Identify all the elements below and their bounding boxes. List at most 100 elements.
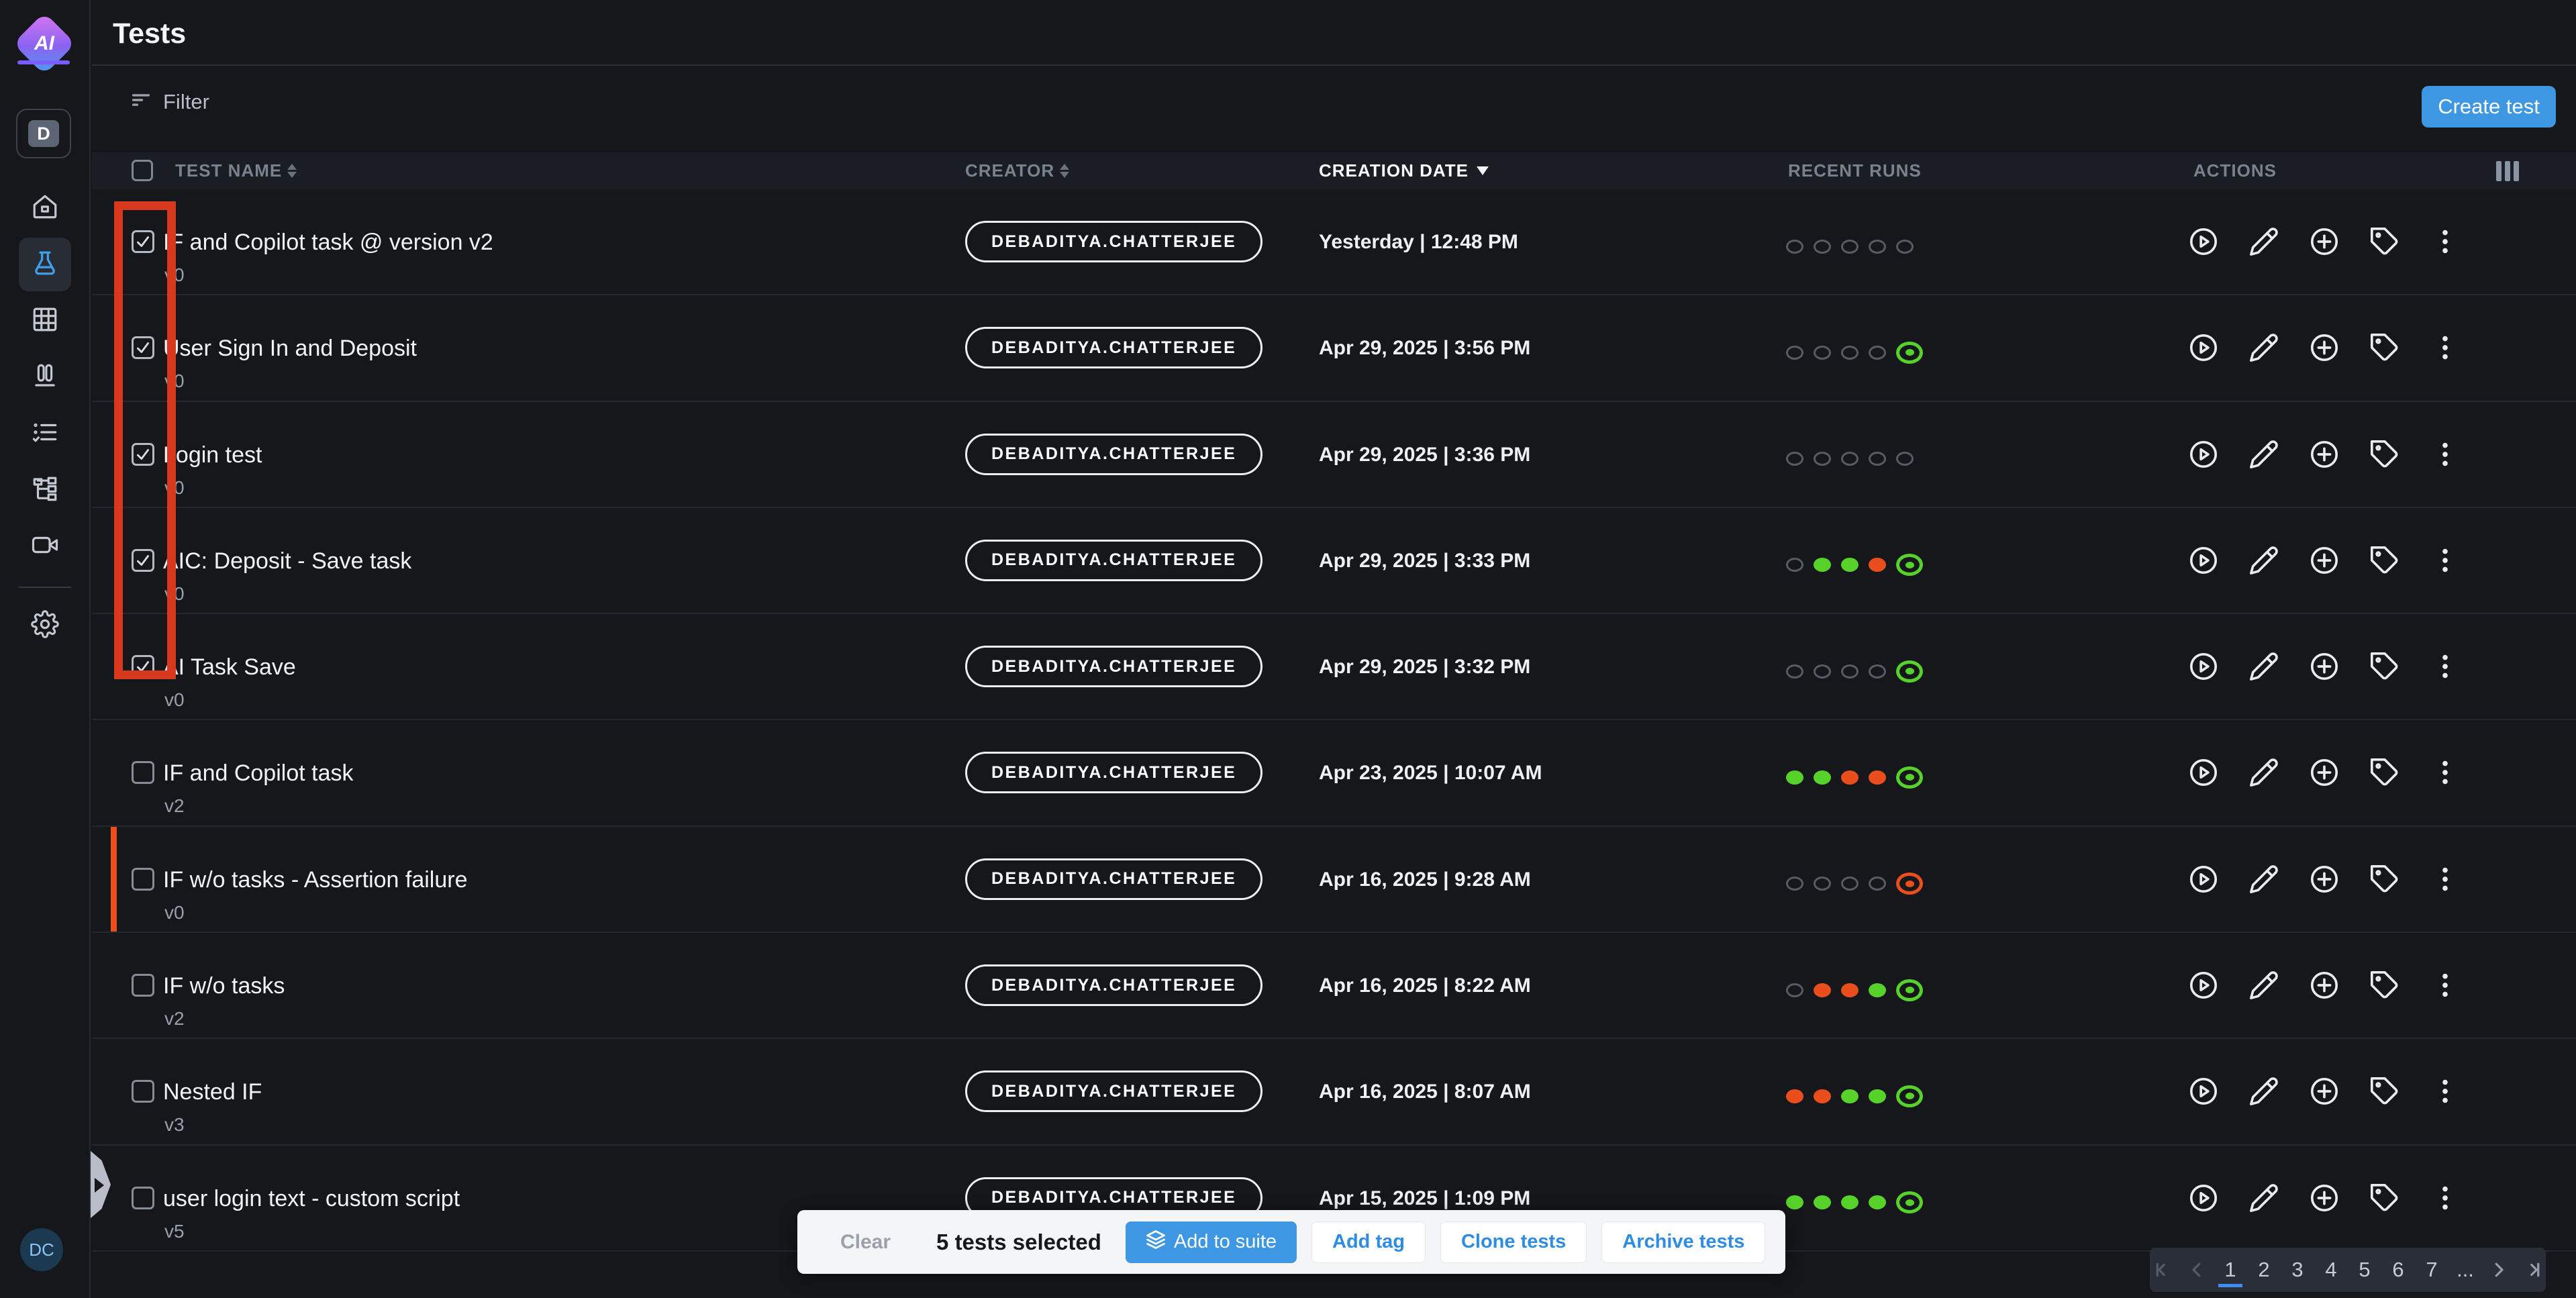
add-tag-button[interactable]: Add tag bbox=[1311, 1221, 1426, 1263]
column-creation-date[interactable]: CREATION DATE bbox=[1319, 152, 1489, 189]
more-options-button[interactable] bbox=[2428, 543, 2463, 578]
run-test-button[interactable] bbox=[2186, 1074, 2221, 1109]
tag-button[interactable] bbox=[2367, 862, 2402, 897]
more-options-button[interactable] bbox=[2428, 968, 2463, 1003]
run-test-button[interactable] bbox=[2186, 968, 2221, 1003]
sort-icon[interactable] bbox=[287, 164, 297, 178]
next-page-button[interactable] bbox=[2487, 1251, 2511, 1289]
more-options-button[interactable] bbox=[2428, 1181, 2463, 1215]
test-name[interactable]: User Sign In and Deposit bbox=[163, 336, 417, 362]
run-test-button[interactable] bbox=[2186, 543, 2221, 578]
archive-tests-button[interactable]: Archive tests bbox=[1601, 1221, 1765, 1263]
last-page-button[interactable] bbox=[2520, 1251, 2544, 1289]
table-row[interactable]: IF w/o tasks v2 DEBADITYA.CHATTERJEE Apr… bbox=[92, 933, 2576, 1039]
select-all-checkbox[interactable] bbox=[132, 160, 153, 181]
sidebar-item-tests[interactable] bbox=[19, 238, 71, 291]
edit-test-button[interactable] bbox=[2246, 543, 2281, 578]
test-name[interactable]: IF w/o tasks - Assertion failure bbox=[163, 867, 468, 893]
filter-button[interactable]: Filter bbox=[130, 89, 209, 115]
more-options-button[interactable] bbox=[2428, 330, 2463, 365]
page-ellipsis[interactable]: 7 bbox=[2420, 1251, 2444, 1289]
first-page-button[interactable] bbox=[2151, 1251, 2175, 1289]
column-creator[interactable]: CREATOR bbox=[965, 152, 1069, 189]
add-to-suite-icon-button[interactable] bbox=[2307, 862, 2342, 897]
sidebar-item-settings[interactable] bbox=[19, 599, 71, 652]
add-to-suite-icon-button[interactable] bbox=[2307, 224, 2342, 259]
add-to-suite-icon-button[interactable] bbox=[2307, 968, 2342, 1003]
sidebar-item-suites[interactable] bbox=[19, 463, 71, 517]
sidebar-item-test-tubes[interactable] bbox=[19, 350, 71, 404]
table-row[interactable]: User Sign In and Deposit v0 DEBADITYA.CH… bbox=[92, 295, 2576, 401]
edit-test-button[interactable] bbox=[2246, 1074, 2281, 1109]
test-name[interactable]: AI Task Save bbox=[163, 654, 296, 681]
test-name[interactable]: IF and Copilot task @ version v2 bbox=[163, 230, 493, 256]
edit-test-button[interactable] bbox=[2246, 330, 2281, 365]
edit-test-button[interactable] bbox=[2246, 862, 2281, 897]
sidebar-item-data-tables[interactable] bbox=[19, 294, 71, 348]
edit-test-button[interactable] bbox=[2246, 224, 2281, 259]
add-to-suite-icon-button[interactable] bbox=[2307, 330, 2342, 365]
table-row[interactable]: IF and Copilot task v2 DEBADITYA.CHATTER… bbox=[92, 720, 2576, 826]
edit-test-button[interactable] bbox=[2246, 968, 2281, 1003]
test-name[interactable]: IF w/o tasks bbox=[163, 973, 285, 999]
test-name[interactable]: IF and Copilot task bbox=[163, 760, 353, 787]
run-test-button[interactable] bbox=[2186, 1181, 2221, 1215]
tag-button[interactable] bbox=[2367, 755, 2402, 790]
table-row[interactable]: AI Task Save v0 DEBADITYA.CHATTERJEE Apr… bbox=[92, 614, 2576, 720]
table-row[interactable]: IF and Copilot task @ version v2 v0 DEBA… bbox=[92, 189, 2576, 295]
run-test-button[interactable] bbox=[2186, 437, 2221, 472]
tag-button[interactable] bbox=[2367, 543, 2402, 578]
tag-button[interactable] bbox=[2367, 1074, 2402, 1109]
add-to-suite-icon-button[interactable] bbox=[2307, 437, 2342, 472]
tag-button[interactable] bbox=[2367, 437, 2402, 472]
tag-button[interactable] bbox=[2367, 1181, 2402, 1215]
page-button-5[interactable]: 5 bbox=[2352, 1251, 2377, 1289]
add-to-suite-icon-button[interactable] bbox=[2307, 1181, 2342, 1215]
page-button-2[interactable]: 2 bbox=[2252, 1251, 2276, 1289]
page-button-4[interactable]: 4 bbox=[2319, 1251, 2343, 1289]
run-test-button[interactable] bbox=[2186, 862, 2221, 897]
more-options-button[interactable] bbox=[2428, 224, 2463, 259]
test-name[interactable]: AIC: Deposit - Save task bbox=[163, 548, 411, 575]
page-button-3[interactable]: 3 bbox=[2285, 1251, 2310, 1289]
column-test-name[interactable]: TEST NAME bbox=[175, 152, 297, 189]
add-to-suite-icon-button[interactable] bbox=[2307, 755, 2342, 790]
edit-test-button[interactable] bbox=[2246, 755, 2281, 790]
row-checkbox[interactable] bbox=[132, 1187, 154, 1209]
tag-button[interactable] bbox=[2367, 968, 2402, 1003]
run-test-button[interactable] bbox=[2186, 224, 2221, 259]
more-options-button[interactable] bbox=[2428, 862, 2463, 897]
table-row[interactable]: IF w/o tasks - Assertion failure v0 DEBA… bbox=[92, 827, 2576, 933]
tag-button[interactable] bbox=[2367, 649, 2402, 684]
row-checkbox[interactable] bbox=[132, 1080, 154, 1103]
edit-test-button[interactable] bbox=[2246, 649, 2281, 684]
more-options-button[interactable] bbox=[2428, 437, 2463, 472]
page-button-1[interactable]: 1 bbox=[2218, 1252, 2242, 1287]
create-test-button[interactable]: Create test bbox=[2422, 86, 2556, 128]
table-row[interactable]: Nested IF v3 DEBADITYA.CHATTERJEE Apr 16… bbox=[92, 1039, 2576, 1145]
add-to-suite-button[interactable]: Add to suite bbox=[1126, 1221, 1297, 1263]
row-checkbox[interactable] bbox=[132, 868, 154, 891]
more-options-button[interactable] bbox=[2428, 755, 2463, 790]
table-row[interactable]: Login test v0 DEBADITYA.CHATTERJEE Apr 2… bbox=[92, 402, 2576, 508]
tag-button[interactable] bbox=[2367, 330, 2402, 365]
add-to-suite-icon-button[interactable] bbox=[2307, 649, 2342, 684]
test-name[interactable]: user login text - custom script bbox=[163, 1186, 460, 1212]
add-to-suite-icon-button[interactable] bbox=[2307, 1074, 2342, 1109]
user-avatar[interactable]: DC bbox=[20, 1228, 63, 1271]
table-row[interactable]: AIC: Deposit - Save task v0 DEBADITYA.CH… bbox=[92, 508, 2576, 614]
sidebar-item-checklist[interactable] bbox=[19, 407, 71, 460]
workspace-switcher[interactable]: D bbox=[16, 109, 71, 158]
run-test-button[interactable] bbox=[2186, 330, 2221, 365]
add-to-suite-icon-button[interactable] bbox=[2307, 543, 2342, 578]
more-options-button[interactable] bbox=[2428, 1074, 2463, 1109]
row-checkbox[interactable] bbox=[132, 974, 154, 997]
tag-button[interactable] bbox=[2367, 224, 2402, 259]
previous-page-button[interactable] bbox=[2185, 1251, 2209, 1289]
clear-selection-button[interactable]: Clear bbox=[840, 1231, 891, 1254]
row-checkbox[interactable] bbox=[132, 761, 154, 784]
run-test-button[interactable] bbox=[2186, 649, 2221, 684]
test-name[interactable]: Nested IF bbox=[163, 1079, 262, 1105]
sidebar-item-recordings[interactable] bbox=[19, 519, 71, 573]
test-name[interactable]: Login test bbox=[163, 442, 262, 468]
